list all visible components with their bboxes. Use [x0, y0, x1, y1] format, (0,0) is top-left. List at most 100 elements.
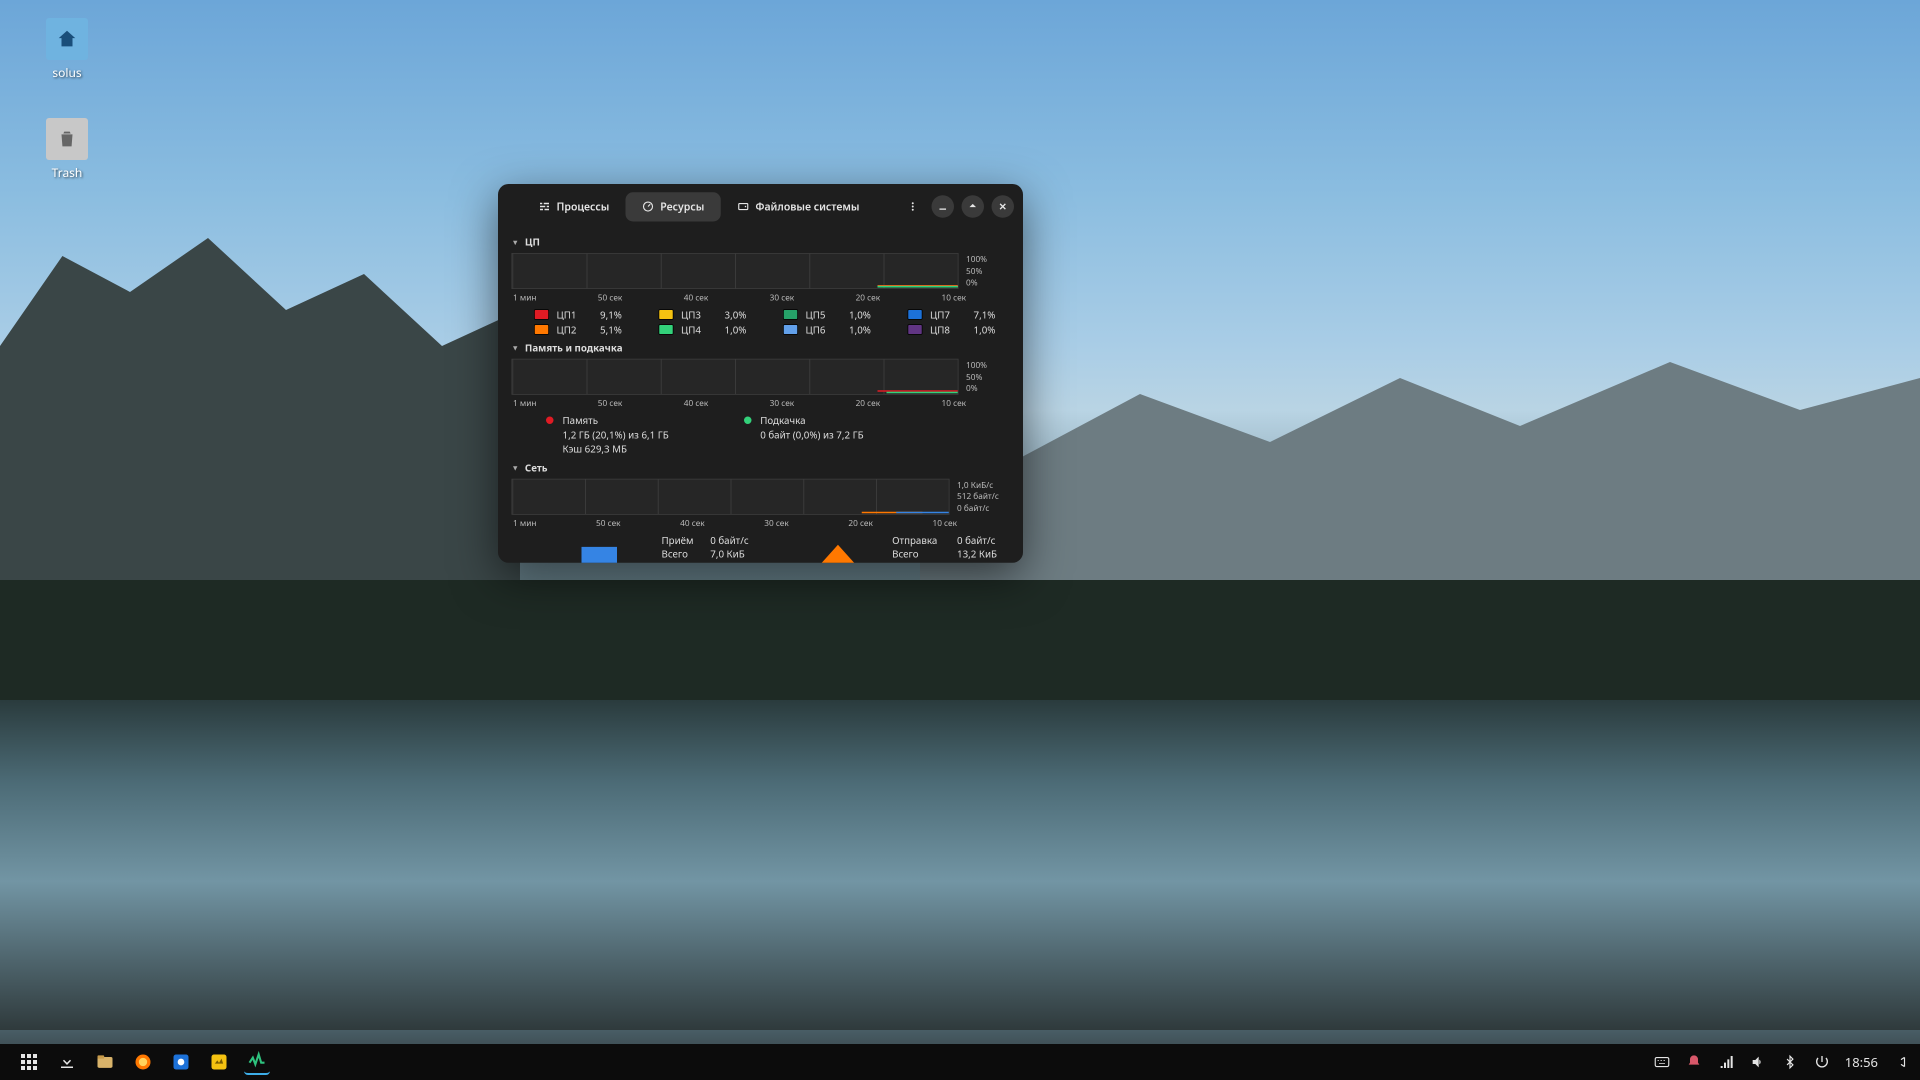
section-title: Сеть: [525, 460, 548, 474]
taskbar: 18:56: [0, 1044, 1920, 1080]
trash-icon: [46, 118, 88, 160]
swap-usage: Подкачка 0 байт (0,0%) из 7,2 ГБ: [744, 414, 864, 456]
rx-heading: Приём: [662, 533, 702, 547]
network-chart: [512, 478, 950, 514]
section-toggle-network[interactable]: ▼ Сеть: [512, 460, 1010, 474]
close-button[interactable]: [992, 195, 1015, 218]
cpu-value: 5,1%: [600, 323, 636, 337]
gauge-icon: [642, 201, 654, 213]
tab-label: Ресурсы: [660, 199, 704, 213]
desktop-icon-label: Trash: [52, 164, 83, 181]
cpu-label: ЦП5: [806, 308, 826, 322]
system-monitor-taskbar-icon[interactable]: [244, 1049, 270, 1075]
cpu-legend-item: ЦП19,1%: [534, 308, 636, 322]
minimize-button[interactable]: [932, 195, 955, 218]
view-switcher: Процессы Ресурсы Файловые системы: [522, 192, 876, 221]
menu-button[interactable]: [902, 195, 925, 218]
maximize-button[interactable]: [962, 195, 985, 218]
network-yticks: 1,0 КиБ/с 512 байт/с 0 байт/с: [957, 478, 1010, 514]
desktop-icon-trash[interactable]: Trash: [32, 118, 102, 181]
color-swatch: [908, 324, 923, 335]
keyboard-layout-icon[interactable]: [1653, 1053, 1671, 1071]
firefox-icon[interactable]: [130, 1049, 156, 1075]
system-monitor-window: Процессы Ресурсы Файловые системы ▼ ЦП: [498, 184, 1023, 563]
cpu-label: ЦП2: [557, 323, 577, 337]
tx-total-label: Всего отправлено: [892, 547, 948, 562]
color-swatch: [534, 324, 549, 335]
desktop-icon-label: solus: [52, 64, 81, 81]
cpu-chart: [512, 253, 959, 289]
titlebar[interactable]: Процессы Ресурсы Файловые системы: [498, 184, 1023, 229]
memory-heading: Память: [563, 414, 669, 428]
clock[interactable]: 18:56: [1845, 1053, 1878, 1071]
chevron-down-icon: ▼: [512, 237, 519, 248]
tab-label: Процессы: [557, 199, 610, 213]
rx-total-label: Всего принято: [662, 547, 702, 562]
network-xticks: 1 мин50 сек40 сек30 сек20 сек10 сек: [513, 517, 957, 528]
rx-rate: 0 байт/с: [710, 533, 748, 547]
wallpaper-mountain-left: [0, 220, 520, 580]
memory-cache: Кэш 629,3 МБ: [563, 442, 669, 456]
cpu-xticks: 1 мин50 сек40 сек30 сек20 сек10 сек: [513, 292, 966, 303]
network-rx: Приём Всего принято 0 байт/с 7,0 КиБ: [546, 533, 763, 563]
cpu-legend-item: ЦП33,0%: [659, 308, 761, 322]
tab-label: Файловые системы: [755, 199, 859, 213]
memory-chart: [512, 359, 959, 395]
tx-rate: 0 байт/с: [957, 533, 995, 547]
swap-detail: 0 байт (0,0%) из 7,2 ГБ: [760, 428, 863, 442]
home-folder-icon: [46, 18, 88, 60]
section-toggle-cpu[interactable]: ▼ ЦП: [512, 235, 1010, 249]
cpu-value: 1,0%: [725, 323, 761, 337]
network-icon[interactable]: [1717, 1053, 1735, 1071]
settings-icon[interactable]: [168, 1049, 194, 1075]
sidebar-toggle-icon[interactable]: [1892, 1053, 1910, 1071]
chevron-down-icon: ▼: [512, 342, 519, 353]
bluetooth-icon[interactable]: [1781, 1053, 1799, 1071]
swap-heading: Подкачка: [760, 414, 863, 428]
memory-usage: Память 1,2 ГБ (20,1%) из 6,1 ГБ Кэш 629,…: [546, 414, 669, 456]
files-icon[interactable]: [92, 1049, 118, 1075]
upload-arrow-icon: [793, 533, 883, 563]
cpu-legend-item: ЦП5 1,0%: [783, 308, 885, 322]
downloads-icon[interactable]: [54, 1049, 80, 1075]
cpu-label: ЦП7: [930, 308, 950, 322]
cpu-label: ЦП1: [557, 308, 577, 322]
wallpaper-lake: [0, 700, 1920, 1030]
sliders-icon: [539, 201, 551, 213]
app-icon-misc[interactable]: [206, 1049, 232, 1075]
cpu-value: 1,0%: [849, 323, 885, 337]
section-toggle-memory[interactable]: ▼ Память и подкачка: [512, 341, 1010, 355]
cpu-yticks: 100% 50% 0%: [966, 253, 1010, 289]
cpu-legend-item: ЦП41,0%: [659, 323, 761, 337]
volume-icon[interactable]: [1749, 1053, 1767, 1071]
color-swatch: [659, 309, 674, 320]
cpu-label: ЦП6: [806, 323, 826, 337]
cpu-legend-item: ЦП7 7,1%: [908, 308, 1010, 322]
cpu-legend-item: ЦП6 1,0%: [783, 323, 885, 337]
tab-processes[interactable]: Процессы: [522, 192, 626, 221]
memory-detail: 1,2 ГБ (20,1%) из 6,1 ГБ: [563, 428, 669, 442]
power-icon[interactable]: [1813, 1053, 1831, 1071]
swap-color-dot: [744, 417, 752, 425]
tab-resources[interactable]: Ресурсы: [626, 192, 721, 221]
tab-filesystems[interactable]: Файловые системы: [721, 192, 876, 221]
cpu-label: ЦП3: [681, 308, 701, 322]
download-arrow-icon: [546, 533, 653, 563]
cpu-legend-item: ЦП81,0%: [908, 323, 1010, 337]
color-swatch: [783, 309, 798, 320]
memory-xticks: 1 мин50 сек40 сек30 сек20 сек10 сек: [513, 398, 966, 409]
cpu-legend: ЦП19,1% ЦП33,0% ЦП5 1,0% ЦП7 7,1% ЦП2 5,1% ЦП41,…: [534, 308, 1010, 337]
notifications-icon[interactable]: [1685, 1053, 1703, 1071]
cpu-label: ЦП8: [930, 323, 950, 337]
memory-color-dot: [546, 417, 554, 425]
network-tx: Отправка Всего отправлено 0 байт/с 13,2 …: [793, 533, 1010, 563]
cpu-value: 1,0%: [849, 308, 885, 322]
desktop-icon-home[interactable]: solus: [32, 18, 102, 81]
disk-icon: [737, 201, 749, 213]
app-launcher-button[interactable]: [16, 1049, 42, 1075]
chevron-down-icon: ▼: [512, 462, 519, 473]
cpu-value: 7,1%: [974, 308, 1010, 322]
tx-total: 13,2 КиБ: [957, 547, 997, 561]
color-swatch: [908, 309, 923, 320]
section-title: Память и подкачка: [525, 341, 623, 355]
